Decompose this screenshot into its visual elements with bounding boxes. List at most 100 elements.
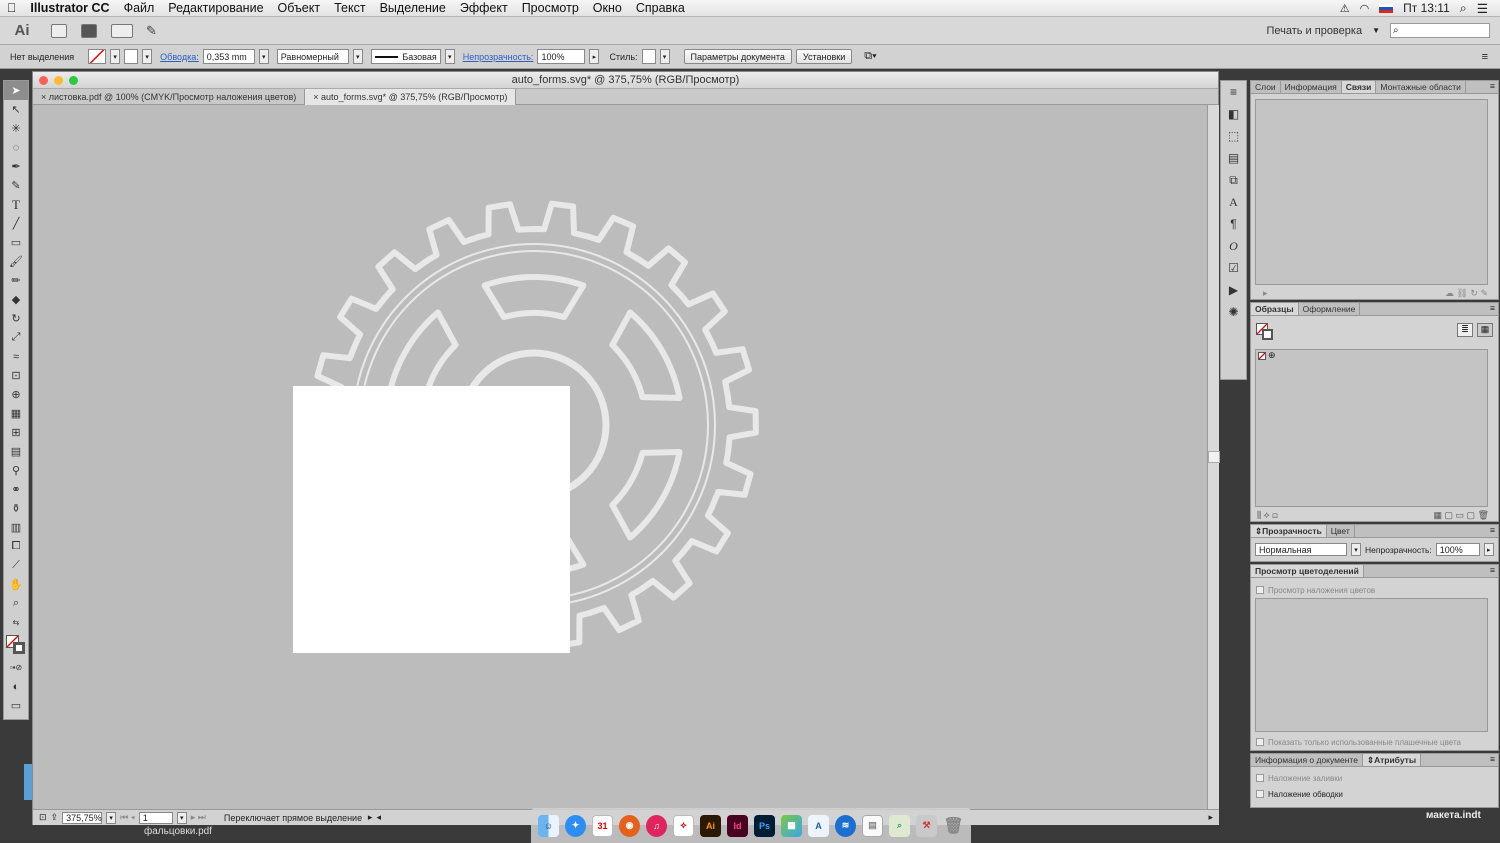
gradient-tool-icon[interactable]: ▤ [4, 442, 28, 461]
save-icon[interactable]: ⊡ [39, 812, 47, 823]
swatch-fill-stroke-icon[interactable] [1256, 323, 1274, 341]
tab-attributes[interactable]: ⇕Атрибуты [1362, 754, 1422, 766]
stroke-overprint-checkbox[interactable] [1256, 790, 1264, 799]
panel-menu-icon[interactable]: ≡ [1482, 51, 1488, 63]
stroke-profile-dropdown[interactable]: ▾ [352, 49, 363, 64]
workspace-switcher[interactable]: Печать и проверка [1266, 25, 1362, 37]
hscroll-left-icon[interactable]: ◂ [376, 812, 381, 823]
itunes-icon[interactable]: ♫ [646, 814, 667, 837]
white-rectangle[interactable] [293, 386, 570, 653]
bridge-icon[interactable] [51, 23, 67, 38]
swatches-list[interactable]: ⊕ [1255, 349, 1488, 507]
apple-icon[interactable]:  [0, 1, 23, 15]
swap-fill-stroke-icon[interactable]: ⇆ [4, 613, 28, 632]
tab-transparency[interactable]: ⇕Прозрачность [1251, 525, 1327, 537]
pathfinder-panel-icon[interactable]: ⧉ [1221, 169, 1246, 191]
menu-select[interactable]: Выделение [373, 1, 453, 15]
blend-mode-dropdown[interactable]: ▾ [1351, 543, 1361, 556]
wifi-icon[interactable]: ◠ [1360, 2, 1370, 15]
paragraph-panel-icon[interactable]: ¶ [1221, 213, 1246, 235]
minimize-window-button[interactable] [54, 76, 63, 85]
show-used-only-checkbox[interactable] [1256, 738, 1264, 747]
style-swatch[interactable] [641, 49, 656, 64]
grid-view-icon[interactable]: ▦ [1477, 323, 1493, 337]
overprint-preview-row[interactable]: Просмотр наложения цветов [1256, 584, 1375, 596]
first-artboard-icon[interactable]: ⏮ ◂ [120, 812, 135, 823]
document-titlebar[interactable]: auto_forms.svg* @ 375,75% (RGB/Просмотр) [33, 72, 1218, 89]
menu-help[interactable]: Справка [629, 1, 692, 15]
panel-menu-icon[interactable]: ≡ [1490, 525, 1498, 537]
eyedropper-tool-icon[interactable]: ⚲ [4, 461, 28, 480]
gear-window-slot-2[interactable] [609, 309, 683, 401]
swatches-footer-icons[interactable]: ⫼ ⟡ ⊡ ▦ ▢ ▭ ▢ 🗑 [1257, 510, 1489, 521]
free-transform-tool-icon[interactable]: ⊡ [4, 366, 28, 385]
panel-menu-icon[interactable]: ≡ [1490, 81, 1498, 93]
stock-icon[interactable] [81, 23, 97, 38]
symbol-sprayer-tool-icon[interactable]: ⚱ [4, 499, 28, 518]
desktop-file-label[interactable]: фальцовки.pdf [144, 826, 212, 837]
acrobat-icon[interactable]: ⟡ [673, 814, 694, 837]
link-actions-icons[interactable]: ☁ ⛓ ↻ ✎ [1445, 288, 1488, 299]
language-flag-icon[interactable] [1379, 3, 1394, 13]
column-graph-tool-icon[interactable]: ▥ [4, 518, 28, 537]
color-mode-icons[interactable]: ▫▪⊘ [4, 658, 28, 677]
blend-mode-select[interactable]: Нормальная [1255, 543, 1347, 556]
tab-info[interactable]: Информация [1281, 81, 1342, 93]
tab-layers[interactable]: Слои [1251, 81, 1281, 93]
status-text[interactable]: Переключает прямое выделение [224, 813, 364, 823]
stroke-color-swatch[interactable] [124, 49, 139, 64]
notifications-icon[interactable]: ☰ [1477, 1, 1488, 16]
hand-tool-icon[interactable]: ✋ [4, 575, 28, 594]
close-window-button[interactable] [39, 76, 48, 85]
spotlight-icon[interactable]: ⌕ [1460, 1, 1467, 16]
stroke-dropdown[interactable]: ▾ [142, 49, 153, 64]
search-app-icon[interactable]: ⌕ [889, 814, 910, 837]
arrange-icon[interactable]: ⧉▾ [864, 50, 876, 63]
links-list[interactable] [1255, 99, 1488, 285]
transform-panel-icon[interactable]: ⬚ [1221, 125, 1246, 147]
desktop-file-icon[interactable] [24, 764, 32, 800]
drawing-mode-icon[interactable]: ◐ [4, 677, 28, 696]
hscroll-right-icon[interactable]: ▸ [1208, 812, 1213, 823]
tab-artboards[interactable]: Монтажные области [1376, 81, 1466, 93]
utilities-icon[interactable]: ⚒ [916, 814, 937, 837]
firefox-icon[interactable]: ◉ [619, 814, 640, 837]
chevron-down-icon[interactable]: ▼ [1372, 26, 1380, 35]
tab-appearance[interactable]: Оформление [1299, 303, 1361, 315]
tab-links[interactable]: Связи [1341, 81, 1377, 93]
vertical-scrollbar[interactable] [1207, 105, 1220, 809]
align-panel-icon[interactable]: ▤ [1221, 147, 1246, 169]
gear-artwork[interactable] [33, 105, 1207, 809]
stroke-weight-dropdown[interactable]: ▾ [258, 49, 269, 64]
checklist-panel-icon[interactable]: ☑ [1221, 257, 1246, 279]
rectangle-tool-icon[interactable]: ▭ [4, 233, 28, 252]
magic-wand-tool-icon[interactable]: ✳ [4, 119, 28, 138]
preferences-button[interactable]: Установки [795, 49, 853, 64]
blend-tool-icon[interactable]: ⚭ [4, 480, 28, 499]
gpu-performance-icon[interactable]: ✎ [146, 23, 157, 39]
stroke-overprint-row[interactable]: Наложение обводки [1256, 788, 1343, 800]
shape-builder-tool-icon[interactable]: ⊕ [4, 385, 28, 404]
menu-view[interactable]: Просмотр [515, 1, 586, 15]
tab-color[interactable]: Цвет [1327, 525, 1355, 537]
network-icon[interactable]: ≋ [835, 814, 856, 837]
gear-window-slot-1[interactable] [481, 274, 587, 321]
desktop-file-label-right[interactable]: макета.indt [1426, 810, 1481, 821]
tab-separations[interactable]: Просмотр цветоделений [1251, 565, 1364, 577]
help-search-input[interactable]: ⌕ [1390, 23, 1490, 38]
stroke-swatch[interactable] [13, 642, 25, 654]
fill-overprint-row[interactable]: Наложение заливки [1256, 772, 1342, 784]
close-icon[interactable]: × [313, 92, 318, 102]
artboard-canvas[interactable] [33, 105, 1207, 809]
document-setup-button[interactable]: Параметры документа [683, 49, 792, 64]
tab-auto-forms[interactable]: × auto_forms.svg* @ 375,75% (RGB/Просмот… [305, 89, 517, 105]
character-panel-icon[interactable]: A [1221, 191, 1246, 213]
line-tool-icon[interactable]: ╱ [4, 214, 28, 233]
separations-list[interactable] [1255, 598, 1488, 732]
scrollbar-thumb[interactable] [1208, 451, 1220, 463]
none-swatch[interactable] [1258, 352, 1266, 360]
artboard-tool-icon[interactable]: ⧠ [4, 537, 28, 556]
finder-icon[interactable]: ☺ [538, 814, 559, 837]
tab-document-info[interactable]: Информация о документе [1251, 754, 1363, 766]
layers-panel-icon[interactable]: ≡ [1221, 81, 1246, 103]
